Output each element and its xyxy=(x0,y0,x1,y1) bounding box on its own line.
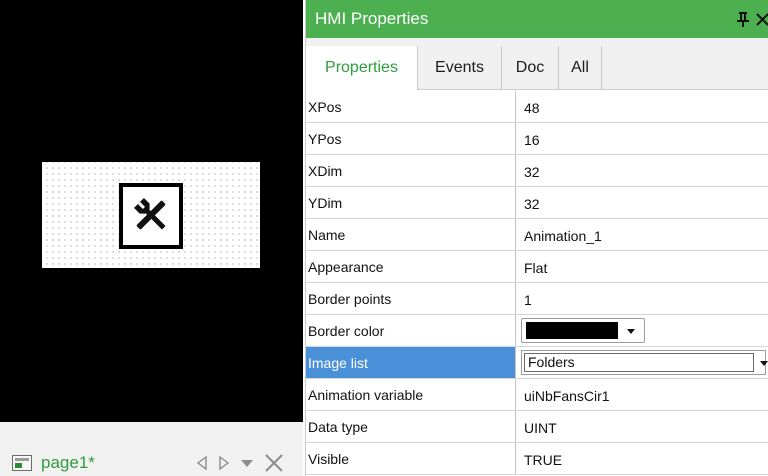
tab-properties[interactable]: Properties xyxy=(306,46,417,90)
property-value[interactable]: 16 xyxy=(517,123,768,154)
pin-icon[interactable] xyxy=(736,11,750,27)
property-value[interactable]: uiNbFansCir1 xyxy=(517,379,768,410)
page-tab-label: page1* xyxy=(41,453,95,472)
property-name: Border color xyxy=(306,315,516,346)
page-tab[interactable]: page1* xyxy=(12,452,95,474)
chevron-down-icon[interactable] xyxy=(759,360,768,367)
scroll-right-icon[interactable] xyxy=(218,456,230,470)
property-row-xdim[interactable]: XDim 32 xyxy=(306,155,768,187)
property-value[interactable]: 32 xyxy=(517,187,768,218)
property-row-ydim[interactable]: YDim 32 xyxy=(306,187,768,219)
panel-title-bar: HMI Properties xyxy=(306,0,768,38)
property-name: XDim xyxy=(306,155,516,186)
property-row-animation-variable[interactable]: Animation variable uiNbFansCir1 xyxy=(306,379,768,411)
tools-icon xyxy=(134,198,166,230)
property-name: YDim xyxy=(306,187,516,218)
property-row-xpos[interactable]: XPos 48 xyxy=(306,91,768,123)
tab-doc[interactable]: Doc xyxy=(501,46,558,90)
panel-title: HMI Properties xyxy=(315,9,429,28)
property-value[interactable]: Animation_1 xyxy=(517,219,768,250)
property-row-border-color[interactable]: Border color xyxy=(306,315,768,347)
property-name: YPos xyxy=(306,123,516,154)
property-tabs: Properties Events Doc All xyxy=(306,38,768,90)
property-name: XPos xyxy=(306,91,516,122)
property-row-appearance[interactable]: Appearance Flat xyxy=(306,251,768,283)
color-swatch xyxy=(526,322,618,339)
property-name: Data type xyxy=(306,411,516,442)
property-value[interactable]: 1 xyxy=(517,283,768,314)
property-value[interactable]: TRUE xyxy=(517,443,768,474)
scroll-left-icon[interactable] xyxy=(196,456,208,470)
property-name: Image list xyxy=(306,347,516,378)
animation-widget[interactable] xyxy=(119,183,183,249)
property-name: Appearance xyxy=(306,251,516,282)
page-tab-strip: page1* xyxy=(0,422,303,476)
property-row-image-list[interactable]: Image list Folders xyxy=(306,347,768,379)
close-icon[interactable] xyxy=(756,11,768,27)
property-row-border-points[interactable]: Border points 1 xyxy=(306,283,768,315)
property-row-ypos[interactable]: YPos 16 xyxy=(306,123,768,155)
property-value[interactable]: Flat xyxy=(517,251,768,282)
property-name: Visible xyxy=(306,443,516,474)
property-value[interactable]: 32 xyxy=(517,155,768,186)
tab-controls xyxy=(196,452,284,474)
page-icon xyxy=(12,455,32,471)
property-name: Name xyxy=(306,219,516,250)
property-name: Border points xyxy=(306,283,516,314)
tab-all[interactable]: All xyxy=(558,46,602,90)
property-value[interactable]: UINT xyxy=(517,411,768,442)
close-icon[interactable] xyxy=(264,453,284,473)
image-list-select[interactable]: Folders xyxy=(521,350,768,375)
hmi-screen-area[interactable] xyxy=(42,162,260,268)
chevron-down-icon[interactable] xyxy=(240,457,254,469)
image-list-value[interactable]: Folders xyxy=(524,353,754,372)
property-row-name[interactable]: Name Animation_1 xyxy=(306,219,768,251)
border-color-picker[interactable] xyxy=(521,318,645,343)
design-canvas[interactable] xyxy=(0,0,303,422)
property-value[interactable]: 48 xyxy=(517,91,768,122)
property-row-data-type[interactable]: Data type UINT xyxy=(306,411,768,443)
hmi-properties-panel: HMI Properties Properties Events Doc All… xyxy=(305,0,768,476)
property-name: Animation variable xyxy=(306,379,516,410)
tab-events[interactable]: Events xyxy=(417,46,501,90)
property-grid: XPos 48 YPos 16 XDim 32 YDim 32 Name Ani… xyxy=(306,91,768,475)
chevron-down-icon[interactable] xyxy=(626,328,636,335)
property-row-visible[interactable]: Visible TRUE xyxy=(306,443,768,475)
